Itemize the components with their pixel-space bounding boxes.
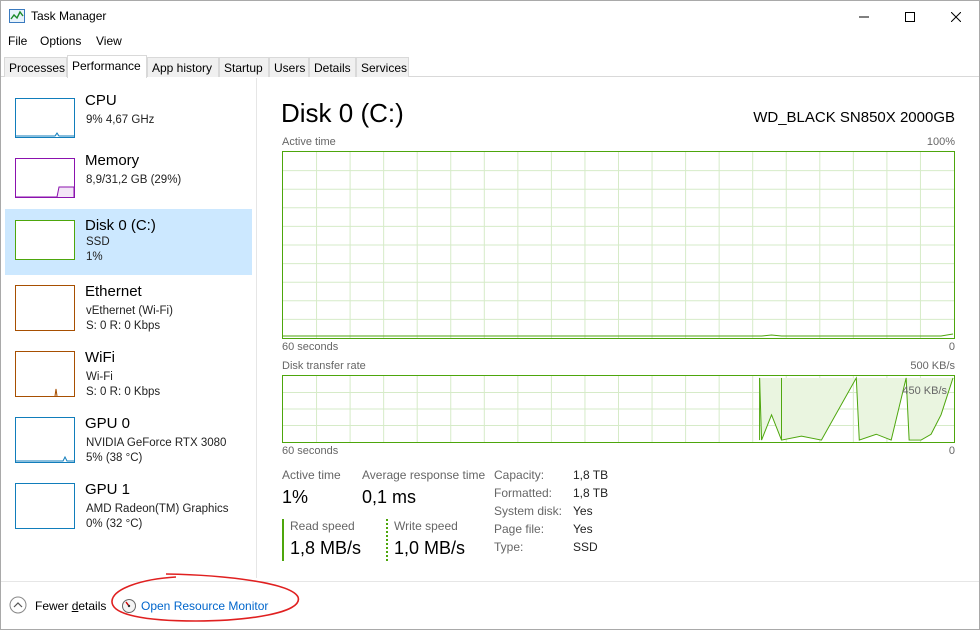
maximize-button[interactable] — [887, 1, 933, 32]
ethernet-mini-graph — [15, 285, 75, 331]
fewer-details-text: Fewer — [35, 599, 72, 613]
close-button[interactable] — [933, 1, 979, 32]
transfer-graph-timespan: 60 seconds — [282, 445, 339, 457]
active-time-label: Active time — [282, 468, 341, 482]
sidebar-item-gpu-0[interactable]: GPU 0 NVIDIA GeForce RTX 3080 5% (38 °C) — [5, 413, 252, 477]
write-speed-label: Write speed — [394, 519, 458, 533]
tab-details[interactable]: Details — [309, 57, 356, 77]
fewer-details-link[interactable]: Fewer details — [35, 599, 106, 613]
prop-label: System disk: — [494, 504, 563, 518]
write-speed-indicator — [386, 519, 388, 561]
resource-monitor-icon — [122, 599, 136, 613]
close-icon — [951, 11, 961, 22]
active-time-graph-timespan: 60 seconds — [282, 341, 339, 353]
sidebar-item-disk-0[interactable]: Disk 0 (C:) SSD 1% — [5, 209, 252, 275]
prop-value: 1,8 TB — [573, 468, 609, 482]
minimize-button[interactable] — [841, 1, 887, 32]
menu-view[interactable]: View — [96, 34, 122, 48]
active-time-graph-label: Active time — [282, 136, 336, 148]
page-title: Disk 0 (C:) — [281, 98, 404, 128]
transfer-graph-label: Disk transfer rate — [282, 360, 366, 372]
write-speed-value: 1,0 MB/s — [394, 538, 466, 558]
menu-file[interactable]: File — [8, 34, 27, 48]
memory-mini-graph — [15, 158, 75, 198]
cpu-mini-graph — [15, 98, 75, 138]
disk-detail-panel: Disk 0 (C:) WD_BLACK SN850X 2000GB Activ… — [281, 78, 971, 578]
sidebar-item-detail: 9% 4,67 GHz — [86, 114, 155, 126]
sidebar-item-title: Memory — [85, 152, 140, 169]
tab-services[interactable]: Services — [356, 57, 409, 77]
sidebar-item-title: WiFi — [85, 349, 115, 366]
sidebar-item-detail: SSD — [86, 236, 110, 248]
disk-model: WD_BLACK SN850X 2000GB — [753, 109, 955, 126]
read-speed-label: Read speed — [290, 519, 355, 533]
read-speed-value: 1,8 MB/s — [290, 538, 362, 558]
read-speed-indicator — [282, 519, 284, 561]
sidebar-item-detail: NVIDIA GeForce RTX 3080 — [86, 437, 227, 449]
sidebar-item-title: Disk 0 (C:) — [85, 217, 156, 234]
open-resource-monitor-link[interactable]: Open Resource Monitor — [141, 599, 268, 613]
title-bar: Task Manager — [1, 1, 979, 32]
prop-label: Capacity: — [494, 468, 545, 482]
transfer-graph-mid: 450 KB/s — [902, 385, 947, 397]
tab-app-history[interactable]: App history — [147, 57, 219, 77]
transfer-graph-min: 0 — [948, 445, 955, 457]
prop-value: 1,8 TB — [573, 486, 609, 500]
sidebar-item-title: Ethernet — [85, 283, 142, 300]
prop-value: SSD — [573, 540, 598, 554]
tab-performance[interactable]: Performance — [67, 55, 147, 78]
prop-value: Yes — [573, 504, 593, 518]
sidebar-item-gpu-1[interactable]: GPU 1 AMD Radeon(TM) Graphics 0% (32 °C) — [5, 479, 252, 543]
window-title: Task Manager — [31, 9, 107, 23]
menu-options[interactable]: Options — [40, 34, 81, 48]
active-time-graph-max: 100% — [926, 136, 955, 148]
sidebar-item-detail: AMD Radeon(TM) Graphics — [86, 503, 229, 515]
sidebar-item-detail: vEthernet (Wi-Fi) — [86, 305, 173, 317]
sidebar-item-detail-2: 1% — [86, 251, 103, 263]
response-time-label: Average response time — [362, 468, 486, 482]
prop-label: Page file: — [494, 522, 545, 536]
response-time-value: 0,1 ms — [362, 487, 417, 507]
sidebar-item-detail: Wi-Fi — [86, 371, 113, 383]
transfer-rate-graph — [282, 375, 955, 443]
sidebar-item-cpu[interactable]: CPU 9% 4,67 GHz — [5, 90, 252, 154]
sidebar-item-detail: 8,9/31,2 GB (29%) — [86, 174, 182, 186]
tab-startup[interactable]: Startup — [219, 57, 269, 77]
wifi-mini-graph — [15, 351, 75, 397]
prop-label: Type: — [494, 540, 524, 554]
task-manager-window: Task Manager File Options View Processes… — [0, 0, 980, 630]
active-time-graph — [282, 151, 955, 339]
sidebar-item-title: GPU 0 — [85, 415, 131, 432]
active-time-graph-min: 0 — [948, 341, 955, 353]
menu-bar: File Options View — [1, 32, 979, 52]
resource-sidebar: CPU 9% 4,67 GHz Memory 8,9/31,2 GB (29%)… — [1, 78, 257, 578]
prop-label: Formatted: — [494, 486, 553, 500]
sidebar-item-memory[interactable]: Memory 8,9/31,2 GB (29%) — [5, 150, 252, 214]
prop-value: Yes — [573, 522, 593, 536]
minimize-icon — [859, 16, 869, 17]
sidebar-item-title: CPU — [85, 92, 117, 109]
sidebar-item-detail-2: S: 0 R: 0 Kbps — [86, 320, 161, 332]
chevron-up-icon[interactable] — [9, 596, 27, 614]
gpu1-mini-graph — [15, 483, 75, 529]
sidebar-item-detail-2: 0% (32 °C) — [86, 518, 143, 530]
sidebar-item-ethernet[interactable]: Ethernet vEthernet (Wi-Fi) S: 0 R: 0 Kbp… — [5, 281, 252, 345]
transfer-graph-max: 500 KB/s — [910, 360, 955, 372]
disk-mini-graph — [15, 220, 75, 260]
sidebar-item-wifi[interactable]: WiFi Wi-Fi S: 0 R: 0 Kbps — [5, 347, 252, 411]
maximize-icon — [905, 11, 915, 22]
fewer-details-text-end: etails — [78, 599, 107, 613]
sidebar-item-detail-2: S: 0 R: 0 Kbps — [86, 386, 161, 398]
tab-bar: Processes Performance App history Startu… — [1, 55, 979, 78]
tab-users[interactable]: Users — [269, 57, 309, 77]
gpu0-mini-graph — [15, 417, 75, 463]
active-time-value: 1% — [282, 487, 309, 507]
sidebar-item-title: GPU 1 — [85, 481, 131, 498]
tab-processes[interactable]: Processes — [4, 57, 67, 77]
task-manager-icon — [9, 9, 25, 23]
footer-bar: Fewer details Open Resource Monitor — [1, 581, 979, 629]
sidebar-item-detail-2: 5% (38 °C) — [86, 452, 143, 464]
